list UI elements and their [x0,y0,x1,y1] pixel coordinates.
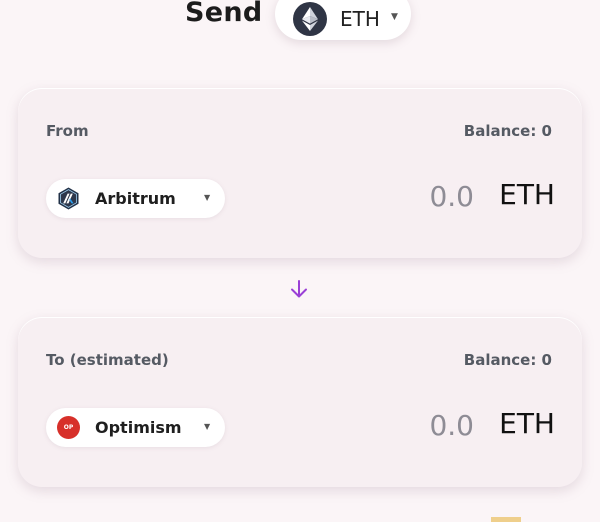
to-chain-select[interactable]: OP Optimism ▼ [46,408,225,447]
to-card: To (estimated) Balance: 0 OP Optimism ▼ … [18,317,582,487]
to-amount-output: 0.0 [429,409,474,442]
from-chain-name: Arbitrum [95,189,176,208]
from-amount-input[interactable]: 0.0 [429,180,474,213]
caret-down-icon: ▼ [391,12,398,22]
ethereum-icon [293,2,327,36]
to-chain-name: Optimism [95,418,182,437]
from-card: From Balance: 0 Arbitrum ▼ 0.0 ETH [18,88,582,258]
to-label: To (estimated) [46,351,169,369]
token-select-button[interactable]: ETH ▼ [275,0,411,40]
optimism-icon: OP [57,416,80,439]
to-token-symbol: ETH [499,407,555,440]
from-label: From [46,122,89,140]
header: Send ETH ▼ [0,0,600,60]
caret-down-icon: ▼ [204,422,211,431]
from-token-symbol: ETH [499,178,555,211]
token-symbol: ETH [340,7,380,31]
arrow-down-icon[interactable] [288,277,310,301]
optimism-badge: OP [63,424,74,431]
to-balance: Balance: 0 [463,351,552,369]
caret-down-icon: ▼ [204,193,211,202]
from-chain-select[interactable]: Arbitrum ▼ [46,179,225,218]
page-title: Send [185,0,263,28]
arbitrum-icon [57,187,80,210]
corner-decoration [491,517,521,522]
from-balance: Balance: 0 [463,122,552,140]
